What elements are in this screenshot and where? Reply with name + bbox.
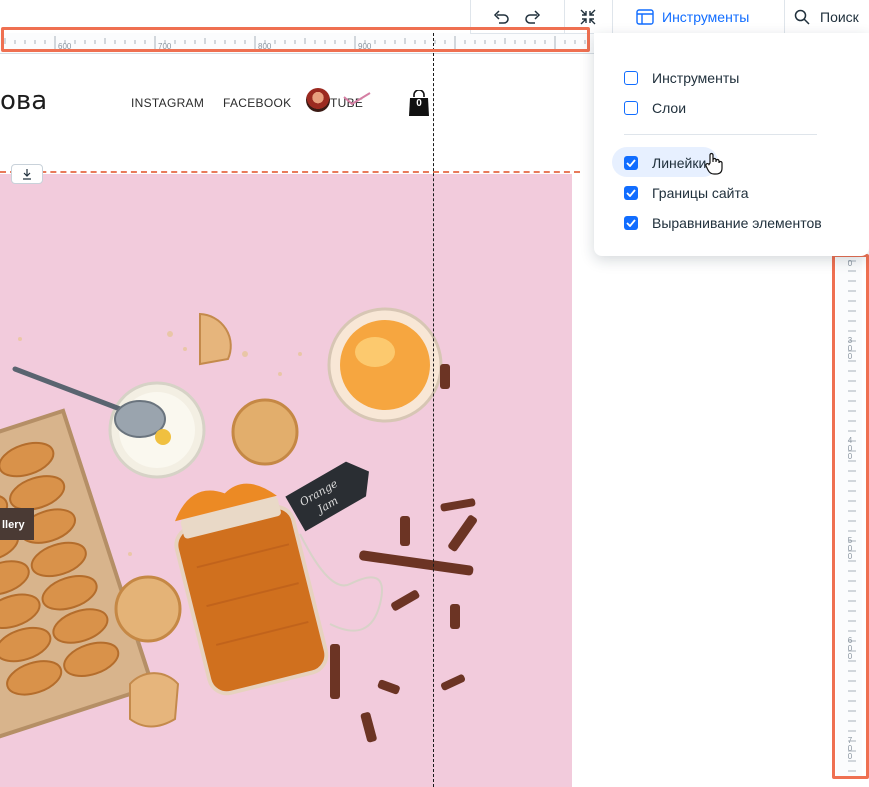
hero-image[interactable]: llery Orange Jam: [0, 174, 572, 787]
cart-button[interactable]: 0: [408, 89, 430, 116]
menu-item-label: Линейки: [652, 155, 707, 171]
hand-cursor-icon: [705, 152, 723, 175]
panel-icon: [636, 8, 654, 25]
menu-item-label: Выравнивание элементов: [652, 215, 822, 231]
checkbox-checked-icon[interactable]: [624, 156, 638, 170]
ruler-highlight-frame: [832, 254, 869, 779]
tools-button[interactable]: Инструменты: [636, 0, 766, 33]
checkbox-unchecked-icon[interactable]: [624, 101, 638, 115]
download-icon: [23, 169, 31, 180]
avatar[interactable]: [306, 88, 330, 112]
vertical-guide-line[interactable]: [433, 33, 434, 787]
redo-icon: [525, 9, 541, 24]
checkmark-icon: [343, 92, 371, 106]
search-button[interactable]: Поиск: [794, 0, 869, 33]
nav-instagram[interactable]: INSTAGRAM: [131, 96, 204, 110]
search-icon: [794, 9, 810, 25]
site-title[interactable]: ова: [0, 86, 47, 116]
header-boundary-line: [0, 171, 580, 173]
checkbox-checked-icon[interactable]: [624, 216, 638, 230]
menu-item-label: Слои: [652, 100, 687, 116]
ruler-highlight-frame: [1, 27, 590, 52]
checkbox-unchecked-icon[interactable]: [624, 71, 638, 85]
checkbox-checked-icon[interactable]: [624, 186, 638, 200]
menu-item-alignment[interactable]: Выравнивание элементов: [624, 212, 822, 234]
menu-item-label: Границы сайта: [652, 185, 749, 201]
menu-divider: [624, 134, 817, 135]
nav-facebook[interactable]: FACEBOOK: [223, 96, 291, 110]
menu-item-toolbar[interactable]: Инструменты: [624, 67, 739, 89]
menu-item-rulers[interactable]: Линейки: [624, 152, 706, 174]
tools-dropdown: Инструменты Слои Линейки Границы сайта В…: [594, 33, 869, 256]
menu-item-layers[interactable]: Слои: [624, 97, 686, 119]
food-illustration: llery Orange Jam: [0, 307, 478, 743]
cart-count: 0: [416, 98, 422, 109]
menu-item-label: Инструменты: [652, 70, 740, 86]
tools-label: Инструменты: [662, 8, 750, 25]
menu-item-site-boundaries[interactable]: Границы сайта: [624, 182, 749, 204]
section-collapse-button[interactable]: [11, 164, 43, 184]
toolbar-separator: [612, 0, 613, 33]
badge-text: llery: [2, 519, 26, 531]
undo-icon: [493, 9, 509, 24]
search-label: Поиск: [820, 8, 859, 25]
collapse-icon: [580, 9, 596, 24]
toolbar-separator: [784, 0, 785, 33]
